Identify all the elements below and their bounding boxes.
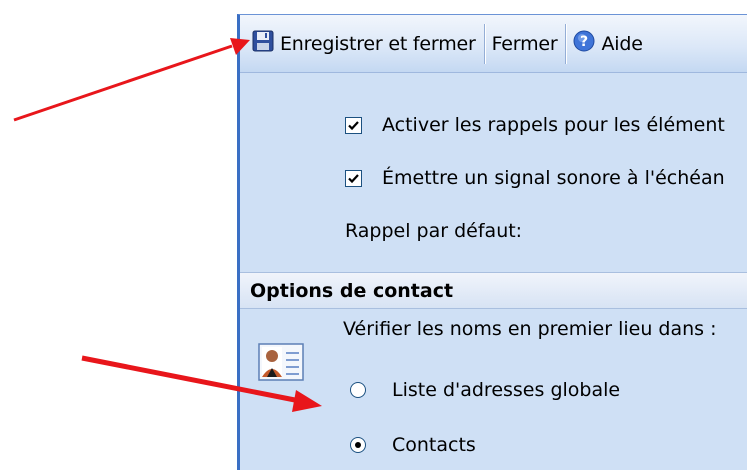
enable-reminders-row: Activer les rappels pour les élément [345, 114, 725, 136]
default-reminder-label: Rappel par défaut: [345, 220, 523, 242]
close-label: Fermer [491, 32, 558, 55]
global-address-list-radio[interactable] [350, 382, 366, 398]
close-button[interactable]: Fermer [486, 24, 566, 64]
contact-options-panel: Vérifier les noms en premier lieu dans :… [240, 310, 747, 470]
global-address-list-row: Liste d'adresses globale [350, 379, 620, 401]
contacts-radio[interactable] [350, 437, 366, 453]
save-and-close-label: Enregistrer et fermer [280, 32, 476, 55]
reminder-options-panel: Activer les rappels pour les élément Éme… [240, 73, 747, 273]
floppy-disk-save-icon [252, 30, 274, 57]
play-sound-row: Émettre un signal sonore à l'échéan [345, 167, 725, 189]
enable-reminders-label: Activer les rappels pour les élément [382, 114, 725, 136]
help-icon: ? [573, 30, 595, 57]
play-sound-label: Émettre un signal sonore à l'échéan [382, 167, 725, 189]
play-sound-checkbox[interactable] [345, 169, 362, 187]
save-and-close-button[interactable]: Enregistrer et fermer [240, 24, 484, 64]
contacts-label: Contacts [392, 434, 476, 456]
help-label: Aide [601, 32, 643, 55]
help-button[interactable]: ? Aide [567, 24, 650, 64]
toolbar: Enregistrer et fermer Fermer ? Aide [240, 15, 747, 73]
global-address-list-label: Liste d'adresses globale [392, 379, 621, 401]
check-names-label: Vérifier les noms en premier lieu dans : [343, 318, 717, 340]
contact-card-icon [258, 343, 304, 386]
enable-reminders-checkbox[interactable] [345, 116, 362, 134]
contacts-row: Contacts [350, 434, 476, 456]
contact-options-header: Options de contact [240, 272, 747, 309]
svg-text:?: ? [581, 34, 589, 50]
options-window: Enregistrer et fermer Fermer ? Aide Acti… [237, 14, 747, 470]
red-annotation-arrow [13, 38, 250, 122]
